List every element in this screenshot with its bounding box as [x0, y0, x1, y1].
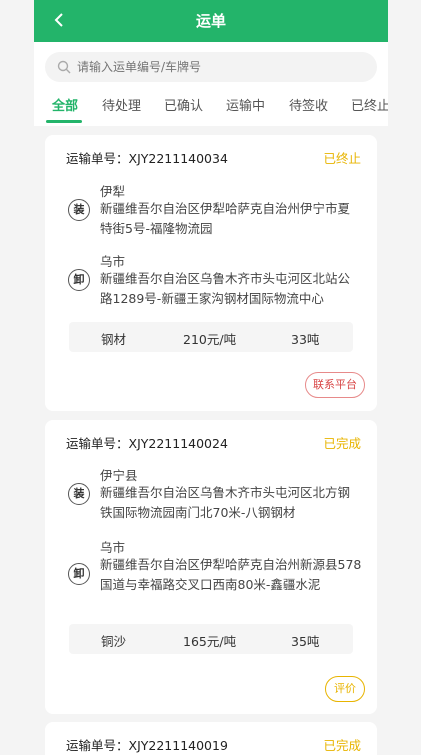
load-address: 新疆维吾尔自治区乌鲁木齐市头屯河区北方钢铁国际物流园南门北70米-八钢钢材: [100, 485, 351, 520]
tab-awaiting-receipt[interactable]: 待签收: [289, 95, 328, 114]
goods-weight: 33吨: [291, 332, 320, 347]
order-number: 运输单号：XJY2211140024: [66, 436, 228, 451]
status-badge: 已终止: [323, 151, 361, 166]
unload-city: 乌市: [100, 540, 126, 555]
unload-icon: 卸: [68, 563, 90, 585]
load-city: 伊宁县: [100, 468, 138, 483]
goods-name: 钢材: [101, 332, 127, 347]
unload-address: 新疆维吾尔自治区乌鲁木齐市头屯河区北站公路1289号-新疆王家沟钢材国际物流中心: [100, 271, 351, 306]
order-card[interactable]: 运输单号：XJY2211140024 已完成 装 伊宁县 新疆维吾尔自治区乌鲁木…: [45, 420, 377, 714]
active-tab-indicator: [46, 120, 82, 123]
goods-info: 钢材 210元/吨 33吨: [69, 322, 353, 352]
order-number: 运输单号：XJY2211140019: [66, 738, 228, 753]
unload-address: 新疆维吾尔自治区伊犁哈萨克自治州新源县578国道与幸福路交叉口西南80米-鑫疆水…: [100, 557, 362, 592]
search-bar[interactable]: [45, 52, 377, 82]
order-card[interactable]: 运输单号：XJY2211140019 已完成: [45, 722, 377, 755]
goods-name: 铜沙: [101, 634, 127, 649]
unload-city: 乌市: [100, 254, 126, 269]
top-bar: 运单: [34, 0, 388, 42]
app: 运单 全部 待处理 已确认 运输中 待签收 已终止 运输单号：XJY221114…: [0, 0, 421, 755]
goods-weight: 35吨: [291, 634, 320, 649]
tab-confirmed[interactable]: 已确认: [164, 95, 203, 114]
status-tabs: 全部 待处理 已确认 运输中 待签收 已终止: [34, 90, 388, 124]
goods-info: 铜沙 165元/吨 35吨: [69, 624, 353, 654]
search-icon: [57, 60, 71, 74]
status-badge: 已完成: [323, 436, 361, 451]
search-input[interactable]: [77, 60, 357, 74]
rate-button[interactable]: 评价: [325, 676, 365, 702]
goods-price: 165元/吨: [183, 634, 237, 649]
load-city: 伊犁: [100, 184, 126, 199]
order-card[interactable]: 运输单号：XJY2211140034 已终止 装 伊犁 新疆维吾尔自治区伊犁哈萨…: [45, 135, 377, 411]
goods-price: 210元/吨: [183, 332, 237, 347]
page-title: 运单: [195, 12, 226, 30]
unload-icon: 卸: [68, 269, 90, 291]
status-badge: 已完成: [323, 738, 361, 753]
tab-all[interactable]: 全部: [52, 95, 78, 114]
contact-platform-button[interactable]: 联系平台: [305, 372, 365, 398]
order-number: 运输单号：XJY2211140034: [66, 151, 228, 166]
load-icon: 装: [68, 483, 90, 505]
load-address: 新疆维吾尔自治区伊犁哈萨克自治州伊宁市夏特街5号-福隆物流园: [100, 201, 351, 236]
tab-in-transit[interactable]: 运输中: [226, 95, 265, 114]
tab-terminated[interactable]: 已终止: [351, 95, 388, 114]
tab-pending[interactable]: 待处理: [102, 95, 141, 114]
load-icon: 装: [68, 199, 90, 221]
